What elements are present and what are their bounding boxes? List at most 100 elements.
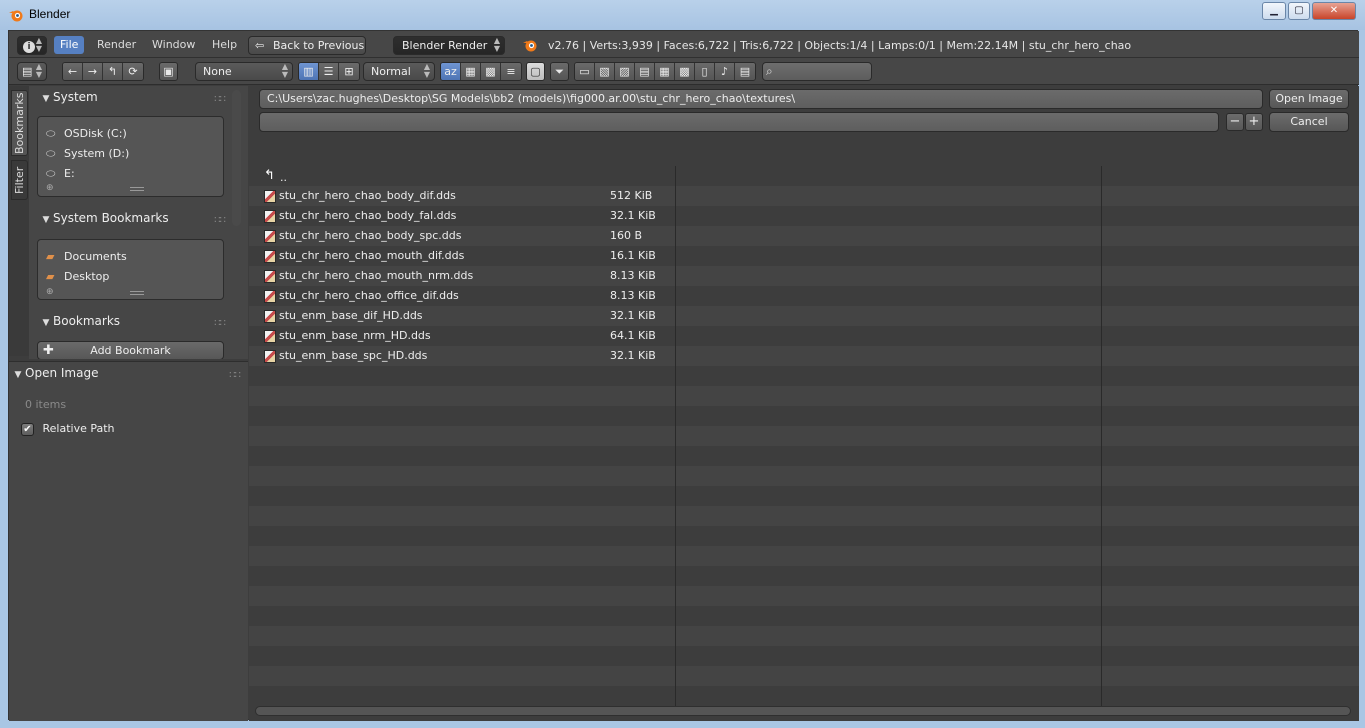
- movie-filter-icon[interactable]: ▦: [655, 63, 675, 80]
- panel-header-system-bookmarks[interactable]: ▼ System Bookmarks ∷∷: [29, 207, 229, 229]
- add-item-icon[interactable]: ⊕: [46, 183, 54, 193]
- list-item[interactable]: ⬭ E:: [46, 164, 75, 184]
- forward-arrow-icon[interactable]: →: [83, 63, 103, 80]
- drag-grip-icon[interactable]: ∷∷: [214, 89, 226, 111]
- maximize-button[interactable]: ▢: [1288, 2, 1310, 20]
- add-item-icon[interactable]: ⊕: [46, 287, 54, 297]
- tool-shelf-tabs: Bookmarks Filter: [9, 86, 29, 356]
- menu-window[interactable]: Window: [146, 36, 201, 54]
- image-file-icon: [264, 210, 276, 223]
- table-row[interactable]: stu_enm_base_spc_HD.dds 32.1 KiB: [249, 346, 669, 366]
- editor-type-selector[interactable]: ▤ ▲ ▼: [17, 62, 47, 81]
- font-filter-icon[interactable]: ▯: [695, 63, 715, 80]
- editor-type-selector[interactable]: i ▲ ▼: [17, 36, 47, 55]
- cancel-button[interactable]: Cancel: [1269, 112, 1349, 132]
- list-item[interactable]: ⬭ System (D:): [46, 144, 129, 164]
- menu-file[interactable]: File: [54, 36, 85, 54]
- new-folder-icon[interactable]: ▣: [159, 62, 178, 81]
- table-row[interactable]: stu_chr_hero_chao_body_dif.dds 512 KiB: [249, 186, 669, 206]
- panel-header-open-image[interactable]: ▼ Open Image ∷∷: [9, 362, 244, 384]
- thumbnails-icon[interactable]: ⊞: [339, 63, 359, 80]
- file-name: stu_enm_base_nrm_HD.dds: [279, 329, 431, 342]
- drag-grip-icon[interactable]: ∷∷: [229, 365, 241, 387]
- file-browser-main: C:\Users\zac.hughes\Desktop\SG Models\bb…: [249, 86, 1359, 721]
- short-list-icon[interactable]: ▥: [299, 63, 319, 80]
- directory-path-field[interactable]: C:\Users\zac.hughes\Desktop\SG Models\bb…: [259, 89, 1263, 109]
- hide-dot-files-icon[interactable]: ▢: [526, 62, 545, 81]
- recursion-dropdown[interactable]: None ▲ ▼: [195, 62, 293, 81]
- sort-size-icon[interactable]: ≡: [501, 63, 521, 80]
- scene-statistics: v2.76 | Verts:3,939 | Faces:6,722 | Tris…: [548, 39, 1132, 52]
- add-bookmark-button[interactable]: ✚ Add Bookmark: [37, 341, 224, 359]
- panel-title: Open Image: [25, 366, 99, 380]
- list-item[interactable]: ▰ Desktop: [46, 267, 109, 287]
- back-screen-icon: ⇦: [255, 39, 265, 52]
- parent-directory-icon[interactable]: ↰: [103, 63, 123, 80]
- file-search-field[interactable]: ⌕: [762, 62, 872, 81]
- menu-help[interactable]: Help: [206, 36, 243, 54]
- thumbnail-size-dropdown[interactable]: Normal ▲ ▼: [363, 62, 435, 81]
- system-list: ⬭ OSDisk (C:) ⬭ System (D:) ⬭ E: ⊕: [37, 116, 224, 197]
- panel-header-bookmarks[interactable]: ▼ Bookmarks ∷∷: [29, 310, 229, 332]
- file-type-filter-buttons: ▭ ▧ ▨ ▤ ▦ ▩ ▯ ♪ ▤: [574, 62, 756, 81]
- sound-filter-icon[interactable]: ♪: [715, 63, 735, 80]
- tab-filter[interactable]: Filter: [11, 160, 28, 200]
- list-item[interactable]: ▰ Documents: [46, 247, 127, 267]
- horizontal-scrollbar[interactable]: [255, 706, 1351, 716]
- close-button[interactable]: ✕: [1312, 2, 1356, 20]
- sort-extension-icon[interactable]: ▦: [461, 63, 481, 80]
- panel-header-system[interactable]: ▼ System ∷∷: [29, 86, 229, 108]
- file-list: ↰ .. stu_chr_hero_chao_body_dif.dds 512 …: [249, 166, 1359, 706]
- table-row[interactable]: stu_chr_hero_chao_office_dif.dds 8.13 Ki…: [249, 286, 669, 306]
- folder-icon: ▰: [46, 270, 55, 283]
- sort-time-icon[interactable]: ▩: [481, 63, 501, 80]
- file-search-input[interactable]: [783, 64, 869, 79]
- folder-filter-icon[interactable]: ▭: [575, 63, 595, 80]
- bookmark-label: Desktop: [64, 270, 110, 283]
- list-resize-grip[interactable]: [130, 187, 144, 191]
- relative-path-option[interactable]: ✔ Relative Path: [21, 422, 115, 436]
- relative-path-checkbox[interactable]: ✔: [21, 422, 34, 436]
- drag-grip-icon[interactable]: ∷∷: [214, 313, 226, 335]
- list-resize-grip[interactable]: [130, 291, 144, 295]
- blender-window: i ▲ ▼ File Render Window Help ⇦ Back to P…: [8, 30, 1359, 721]
- parent-directory-row[interactable]: ↰ ..: [249, 166, 669, 186]
- decrement-filename-button[interactable]: −: [1226, 113, 1244, 131]
- increment-filename-button[interactable]: +: [1245, 113, 1263, 131]
- minimize-button[interactable]: ▁: [1262, 2, 1286, 20]
- back-arrow-icon[interactable]: ←: [63, 63, 83, 80]
- file-browser-toolbar: ▤ ▲ ▼ ← → ↰ ⟳ ▣ None ▲ ▼ ▥ ☰ ⊞ Normal ▲ ▼ a…: [9, 58, 1359, 85]
- menu-render[interactable]: Render: [91, 36, 142, 54]
- backup-filter-icon[interactable]: ▨: [615, 63, 635, 80]
- table-row[interactable]: stu_enm_base_nrm_HD.dds 64.1 KiB: [249, 326, 669, 346]
- filename-field[interactable]: [259, 112, 1219, 132]
- text-filter-icon[interactable]: ▤: [735, 63, 755, 80]
- open-image-button[interactable]: Open Image: [1269, 89, 1349, 109]
- thumbnail-size-value: Normal: [371, 65, 411, 78]
- panel-title: System Bookmarks: [53, 211, 169, 225]
- render-engine-dropdown[interactable]: Blender Render ▲ ▼: [393, 36, 505, 55]
- sort-alphabetical-icon[interactable]: az: [441, 63, 461, 80]
- refresh-icon[interactable]: ⟳: [123, 63, 143, 80]
- back-to-previous-button[interactable]: ⇦ Back to Previous: [248, 36, 366, 55]
- long-list-icon[interactable]: ☰: [319, 63, 339, 80]
- table-row[interactable]: stu_chr_hero_chao_mouth_nrm.dds 8.13 KiB: [249, 266, 669, 286]
- file-name: stu_enm_base_spc_HD.dds: [279, 349, 428, 362]
- tab-bookmarks[interactable]: Bookmarks: [11, 90, 28, 156]
- script-filter-icon[interactable]: ▩: [675, 63, 695, 80]
- table-row[interactable]: stu_chr_hero_chao_body_spc.dds 160 B: [249, 226, 669, 246]
- drag-grip-icon[interactable]: ∷∷: [214, 210, 226, 232]
- table-row[interactable]: stu_chr_hero_chao_mouth_dif.dds 16.1 KiB: [249, 246, 669, 266]
- table-row[interactable]: stu_chr_hero_chao_body_fal.dds 32.1 KiB: [249, 206, 669, 226]
- file-name: stu_chr_hero_chao_office_dif.dds: [279, 289, 459, 302]
- display-mode-buttons: ▥ ☰ ⊞: [298, 62, 360, 81]
- sidebar-scrollbar[interactable]: [232, 90, 241, 226]
- relative-path-label: Relative Path: [42, 422, 115, 435]
- table-row[interactable]: stu_enm_base_dif_HD.dds 32.1 KiB: [249, 306, 669, 326]
- blend-file-filter-icon[interactable]: ▧: [595, 63, 615, 80]
- filter-icon[interactable]: ⏷: [550, 62, 569, 81]
- image-filter-icon[interactable]: ▤: [635, 63, 655, 80]
- image-file-icon: [264, 270, 276, 283]
- list-item[interactable]: ⬭ OSDisk (C:): [46, 124, 127, 144]
- drive-label: System (D:): [64, 147, 130, 160]
